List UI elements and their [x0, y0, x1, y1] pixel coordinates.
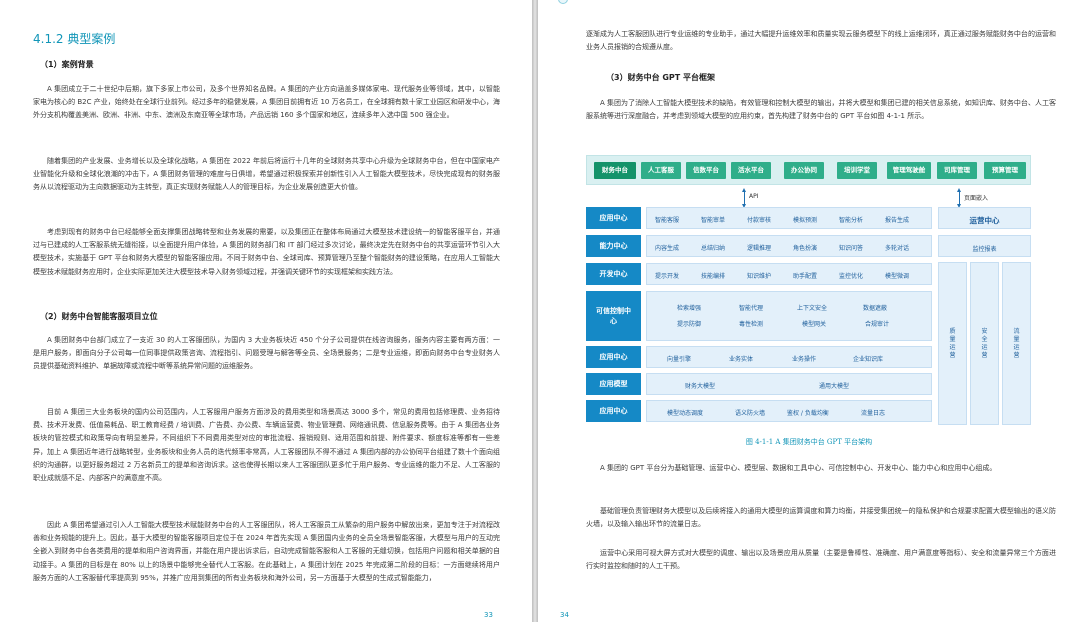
- paragraph: 随着集团的产业发展、业务增长以及全球化战略，A 集团在 2022 年前后将运行十…: [33, 157, 500, 192]
- row-items-box: 检索增强 智能代理 上下文安全 数据遮蔽 提示防御 毒性检测 模型网关 合规审计: [646, 291, 932, 341]
- system-button: 财务中台: [594, 162, 636, 179]
- api-arrow: [742, 188, 746, 208]
- section-title: 4.1.2 典型案例: [33, 32, 116, 46]
- row-item: 智能客服: [655, 217, 680, 224]
- row-item: 内容生成: [655, 245, 680, 252]
- row-item: 模型动态调度: [667, 410, 704, 417]
- row-items-box: 智能客服 智能审单 付款审核 模拟预测 智能分析 报告生成: [646, 207, 932, 229]
- row-item: 角色扮演: [793, 245, 818, 252]
- paragraph: A 集团的 GPT 平台分为基础管理、运营中心、模型层、数据和工具中心、可信控制…: [600, 464, 997, 472]
- row-item: 模型微调: [885, 273, 910, 280]
- traffic-ops-column: 流量运营: [1002, 262, 1031, 425]
- top-systems-bar: 财务中台 人工客服 信数平台 活水平台 办公协同 培训学堂 管理驾驶舱 司库管理…: [586, 155, 1031, 185]
- row-item: 助手配置: [793, 273, 818, 280]
- figure-caption: 图 4-1-1 A 集团财务中台 GPT 平台架构: [745, 438, 873, 446]
- row-item: 知识维护: [747, 273, 772, 280]
- page-number: 33: [484, 611, 493, 619]
- subheading-background: （1）案例背景: [40, 60, 94, 69]
- row-item: 合规审计: [865, 321, 890, 328]
- row-item: 企业知识库: [853, 356, 884, 363]
- system-button: 活水平台: [731, 162, 771, 179]
- paragraph: 逐渐成为人工客服团队进行专业运维的专业助手，通过大幅提升运维效率和质量实现云服务…: [586, 30, 1056, 52]
- vertical-label: 质量运营: [949, 327, 956, 359]
- embed-label: 页面嵌入: [964, 195, 989, 202]
- paragraph: 因此 A 集团希望通过引入人工智能大模型技术赋能财务中台的人工客服团队，将人工客…: [33, 521, 500, 582]
- row-item: 业务操作: [792, 356, 817, 363]
- row-item: 付款审核: [747, 217, 772, 224]
- system-button: 办公协同: [784, 162, 824, 179]
- row-item: 数据遮蔽: [863, 305, 888, 312]
- row-label: 开发中心: [586, 263, 641, 285]
- system-button: 司库管理: [937, 162, 977, 179]
- page-number: 34: [560, 611, 569, 619]
- row-label: 应用中心: [586, 207, 641, 229]
- ops-center-box: 运营中心: [938, 207, 1031, 229]
- row-item: 逻辑推理: [747, 245, 772, 252]
- row-item: 智能代理: [739, 305, 764, 312]
- monitor-report-box: 监控报表: [938, 235, 1031, 257]
- security-ops-column: 安全运营: [970, 262, 999, 425]
- paragraph: 目前 A 集团三大业务板块的国内公司范围内，人工客服用户服务方面涉及的费用类型和…: [33, 408, 500, 483]
- system-button: 信数平台: [686, 162, 726, 179]
- row-items-box: 提示开发 技能编排 知识维护 助手配置 监控优化 模型微调: [646, 263, 932, 285]
- paragraph: 基础管理负责管理财务大模型以及后续将接入的通用大模型的运算调度和算力均衡，并接受…: [586, 507, 1056, 529]
- paragraph: 运营中心采用可视大屏方式对大模型的调度、输出以及场景应用从质量（主要是鲁棒性、准…: [586, 549, 1056, 571]
- row-item: 流量日志: [861, 410, 886, 417]
- row-label: 应用模型: [586, 373, 641, 395]
- row-item: 技能编排: [701, 273, 726, 280]
- row-items-box: 向量引擎 业务实体 业务操作 企业知识库: [646, 346, 932, 368]
- system-button: 人工客服: [641, 162, 681, 179]
- row-label: 可信控制中心: [586, 291, 641, 341]
- row-item: 知识问答: [839, 245, 864, 252]
- page-33: 4.1.2 典型案例 （1）案例背景 A 集团成立于二十世纪中后期，旗下多家上市…: [0, 0, 532, 622]
- row-item: 智能审单: [701, 217, 726, 224]
- top-circle-marker: [558, 0, 568, 4]
- api-label: API: [749, 193, 759, 200]
- embed-arrow: [957, 188, 961, 208]
- row-item: 智能分析: [839, 217, 864, 224]
- quality-ops-column: 质量运营: [938, 262, 967, 425]
- row-items-box: 财务大模型 通用大模型: [646, 373, 932, 395]
- subheading-framework: （3）财务中台 GPT 平台框架: [606, 73, 716, 82]
- row-item: 鉴权 / 负载均衡: [787, 410, 829, 417]
- row-items-box: 模型动态调度 语义防火墙 鉴权 / 负载均衡 流量日志: [646, 400, 932, 422]
- row-item: 监控优化: [839, 273, 864, 280]
- row-item: 模拟预测: [793, 217, 818, 224]
- page-34: 逐渐成为人工客服团队进行专业运维的专业助手，通过大幅提升运维效率和质量实现云服务…: [538, 0, 1080, 622]
- vertical-label: 安全运营: [981, 327, 988, 359]
- paragraph: A 集团财务中台部门成立了一支近 30 的人工客服团队，为国内 3 大业务板块近…: [33, 336, 500, 371]
- row-item: 提示开发: [655, 273, 680, 280]
- row-items-box: 内容生成 总结归纳 逻辑推理 角色扮演 知识问答 多轮对话: [646, 235, 932, 257]
- row-item: 业务实体: [729, 356, 754, 363]
- subheading-positioning: （2）财务中台智能客服项目立位: [40, 312, 158, 321]
- paragraph: A 集团为了消除人工智能大模型技术的缺陷，有效管理和控制大模型的输出，并将大模型…: [586, 99, 1056, 121]
- system-button: 管理驾驶舱: [887, 162, 931, 179]
- paragraph: A 集团成立于二十世纪中后期，旗下多家上市公司，及多个世界知名品牌。A 集团的产…: [33, 85, 500, 120]
- row-item: 通用大模型: [819, 383, 850, 390]
- row-label: 应用中心: [586, 400, 641, 422]
- gpt-platform-diagram: 财务中台 人工客服 信数平台 活水平台 办公协同 培训学堂 管理驾驶舱 司库管理…: [586, 155, 1031, 425]
- ops-center-title: 运营中心: [969, 216, 1000, 225]
- row-label: 能力中心: [586, 235, 641, 257]
- row-item: 上下文安全: [797, 305, 828, 312]
- row-label: 应用中心: [586, 346, 641, 368]
- row-item: 毒性检测: [739, 321, 764, 328]
- system-button: 预算管理: [984, 162, 1026, 179]
- monitor-report: 监控报表: [972, 246, 997, 253]
- row-item: 多轮对话: [885, 245, 910, 252]
- row-item: 总结归纳: [701, 245, 726, 252]
- paragraph: 考虑到现有的财务中台已经能够全面支撑集团战略转型和业务发展的需要，以及集团正在整…: [33, 228, 500, 276]
- row-item: 检索增强: [677, 305, 702, 312]
- row-item: 财务大模型: [685, 383, 716, 390]
- row-item: 语义防火墙: [735, 410, 766, 417]
- row-item: 模型网关: [802, 321, 827, 328]
- row-item: 向量引擎: [667, 356, 692, 363]
- system-button: 培训学堂: [837, 162, 877, 179]
- row-item: 报告生成: [885, 217, 910, 224]
- row-item: 提示防御: [677, 321, 702, 328]
- vertical-label: 流量运营: [1013, 327, 1020, 359]
